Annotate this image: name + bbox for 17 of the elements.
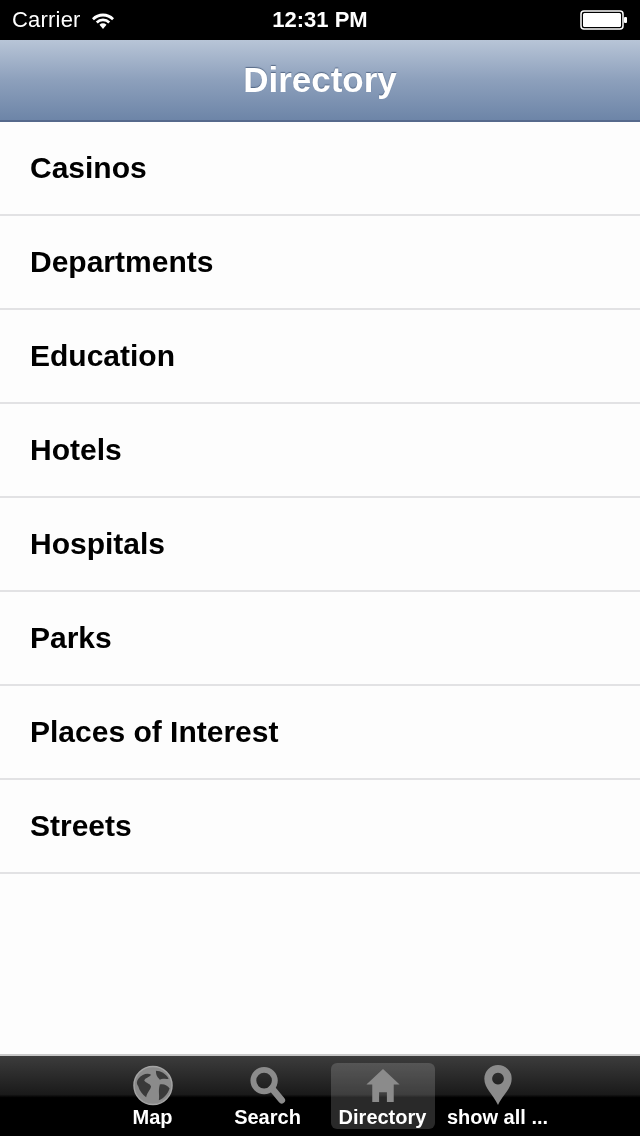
tab-item[interactable]: show all ... (445, 1063, 550, 1129)
row-label: Streets (30, 809, 132, 843)
row-label: Education (30, 339, 175, 373)
row-label: Parks (30, 621, 112, 655)
tab-item[interactable]: Map (100, 1063, 205, 1129)
row-label: Hospitals (30, 527, 166, 561)
row-label: Casinos (30, 151, 147, 185)
nav-title: Directory (243, 60, 397, 100)
tab-item[interactable]: Search (215, 1063, 320, 1129)
battery-icon (580, 10, 628, 30)
row-label: Hotels (30, 433, 122, 467)
status-time: 12:31 PM (272, 7, 368, 33)
wifi-icon (90, 11, 115, 29)
tab-item[interactable]: Directory (330, 1063, 435, 1129)
carrier-name: Carrier (12, 7, 81, 33)
row-label: Departments (30, 245, 214, 279)
row-label: Places of Interest (30, 715, 279, 749)
